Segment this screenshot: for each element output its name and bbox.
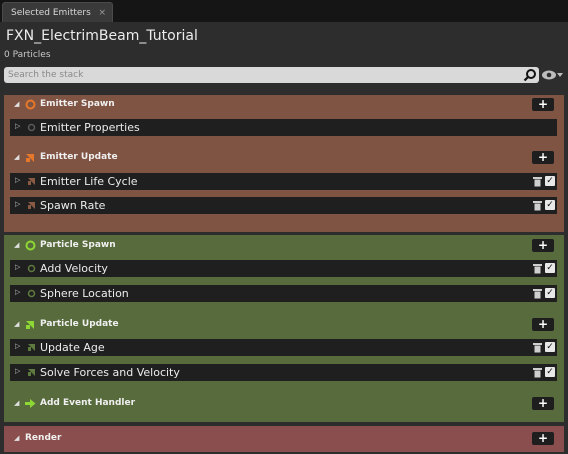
- emitter-group: ◢ Emitter Spawn + ▷ Emitter Properties ◢…: [4, 95, 564, 232]
- particle-group: ◢ Particle Spawn + ▷ Add Velocity ✓ ▷ Sp…: [4, 235, 564, 422]
- collapse-triangle-icon[interactable]: ◢: [14, 320, 19, 328]
- enable-checkbox[interactable]: ✓: [545, 200, 555, 210]
- expand-triangle-icon[interactable]: ▷: [15, 342, 20, 350]
- module-label: Spawn Rate: [40, 199, 106, 212]
- collapse-triangle-icon[interactable]: ◢: [14, 153, 19, 161]
- enable-checkbox[interactable]: ✓: [545, 263, 555, 273]
- enable-checkbox[interactable]: ✓: [545, 176, 555, 186]
- tab-label: Selected Emitters: [11, 8, 91, 18]
- expand-triangle-icon[interactable]: ▷: [15, 200, 20, 208]
- expand-triangle-icon[interactable]: ▷: [15, 122, 20, 130]
- collapse-triangle-icon[interactable]: ◢: [14, 100, 19, 108]
- trash-icon[interactable]: [533, 288, 542, 299]
- collapse-triangle-icon[interactable]: ◢: [14, 399, 19, 407]
- collapse-triangle-icon[interactable]: ◢: [14, 241, 19, 249]
- particle-update-icon: [26, 321, 34, 329]
- section-emitter-spawn[interactable]: ◢ Emitter Spawn +: [4, 95, 564, 115]
- particle-spawn-icon: [25, 240, 36, 251]
- section-render[interactable]: ◢ Render +: [4, 429, 564, 449]
- module-spawn-rate[interactable]: ▷ Spawn Rate ✓: [10, 197, 557, 214]
- trash-icon[interactable]: [533, 176, 542, 187]
- emitter-spawn-icon: [25, 99, 36, 110]
- module-sphere-location[interactable]: ▷ Sphere Location ✓: [10, 285, 557, 302]
- module-label: Solve Forces and Velocity: [40, 366, 180, 379]
- module-label: Add Velocity: [40, 262, 108, 275]
- trash-icon[interactable]: [533, 263, 542, 274]
- module-label: Emitter Life Cycle: [40, 175, 138, 188]
- module-update-age[interactable]: ▷ Update Age ✓: [10, 339, 557, 356]
- section-label: Add Event Handler: [40, 398, 136, 408]
- section-label: Render: [25, 433, 62, 443]
- section-label: Particle Spawn: [40, 240, 116, 250]
- section-label: Particle Update: [40, 319, 119, 329]
- trash-icon[interactable]: [533, 200, 542, 211]
- section-label: Emitter Update: [40, 152, 118, 162]
- module-spawn-icon: [27, 289, 36, 298]
- visibility-eye-icon[interactable]: [541, 67, 565, 83]
- module-solve-forces-and-velocity[interactable]: ▷ Solve Forces and Velocity ✓: [10, 364, 557, 381]
- search-input[interactable]: Search the stack: [4, 67, 539, 83]
- add-module-button[interactable]: +: [532, 239, 554, 252]
- render-group: ◢ Render +: [4, 426, 564, 452]
- module-label: Emitter Properties: [40, 121, 140, 134]
- expand-triangle-icon[interactable]: ▷: [15, 176, 20, 184]
- search-placeholder: Search the stack: [8, 70, 84, 80]
- enable-checkbox[interactable]: ✓: [545, 342, 555, 352]
- module-spawn-icon: [27, 264, 36, 273]
- module-spawn-icon: [27, 123, 36, 132]
- add-event-handler-button[interactable]: +: [532, 397, 554, 410]
- module-emitter-properties[interactable]: ▷ Emitter Properties: [10, 119, 557, 136]
- tab-selected-emitters[interactable]: Selected Emitters ×: [2, 2, 113, 23]
- page-title: FXN_ElectrimBeam_Tutorial: [6, 28, 198, 44]
- section-add-event-handler[interactable]: ◢ Add Event Handler +: [4, 394, 564, 414]
- enable-checkbox[interactable]: ✓: [545, 288, 555, 298]
- search-icon[interactable]: [523, 68, 537, 82]
- module-add-velocity[interactable]: ▷ Add Velocity ✓: [10, 260, 557, 277]
- stack-panel: FXN_ElectrimBeam_Tutorial 0 Particles Se…: [0, 22, 568, 454]
- tab-bar: Selected Emitters ×: [0, 0, 568, 23]
- module-emitter-life-cycle[interactable]: ▷ Emitter Life Cycle ✓: [10, 173, 557, 190]
- module-update-icon: [28, 344, 35, 351]
- module-label: Sphere Location: [40, 287, 129, 300]
- trash-icon[interactable]: [533, 367, 542, 378]
- expand-triangle-icon[interactable]: ▷: [15, 288, 20, 296]
- module-label: Update Age: [40, 341, 105, 354]
- section-particle-spawn[interactable]: ◢ Particle Spawn +: [4, 236, 564, 256]
- collapse-triangle-icon[interactable]: ◢: [14, 434, 19, 442]
- trash-icon[interactable]: [533, 342, 542, 353]
- expand-triangle-icon[interactable]: ▷: [15, 263, 20, 271]
- section-label: Emitter Spawn: [40, 99, 115, 109]
- add-renderer-button[interactable]: +: [532, 432, 554, 445]
- module-update-icon: [28, 369, 35, 376]
- expand-triangle-icon[interactable]: ▷: [15, 367, 20, 375]
- add-module-button[interactable]: +: [532, 318, 554, 331]
- add-module-button[interactable]: +: [532, 151, 554, 164]
- section-particle-update[interactable]: ◢ Particle Update +: [4, 315, 564, 335]
- section-emitter-update[interactable]: ◢ Emitter Update +: [4, 148, 564, 168]
- close-icon[interactable]: ×: [98, 3, 106, 23]
- emitter-update-icon: [26, 154, 34, 162]
- event-handler-arrow-icon: [25, 399, 36, 408]
- enable-checkbox[interactable]: ✓: [545, 367, 555, 377]
- particle-count: 0 Particles: [4, 50, 51, 60]
- module-update-icon: [28, 202, 35, 209]
- add-module-button[interactable]: +: [532, 98, 554, 111]
- module-update-icon: [28, 178, 35, 185]
